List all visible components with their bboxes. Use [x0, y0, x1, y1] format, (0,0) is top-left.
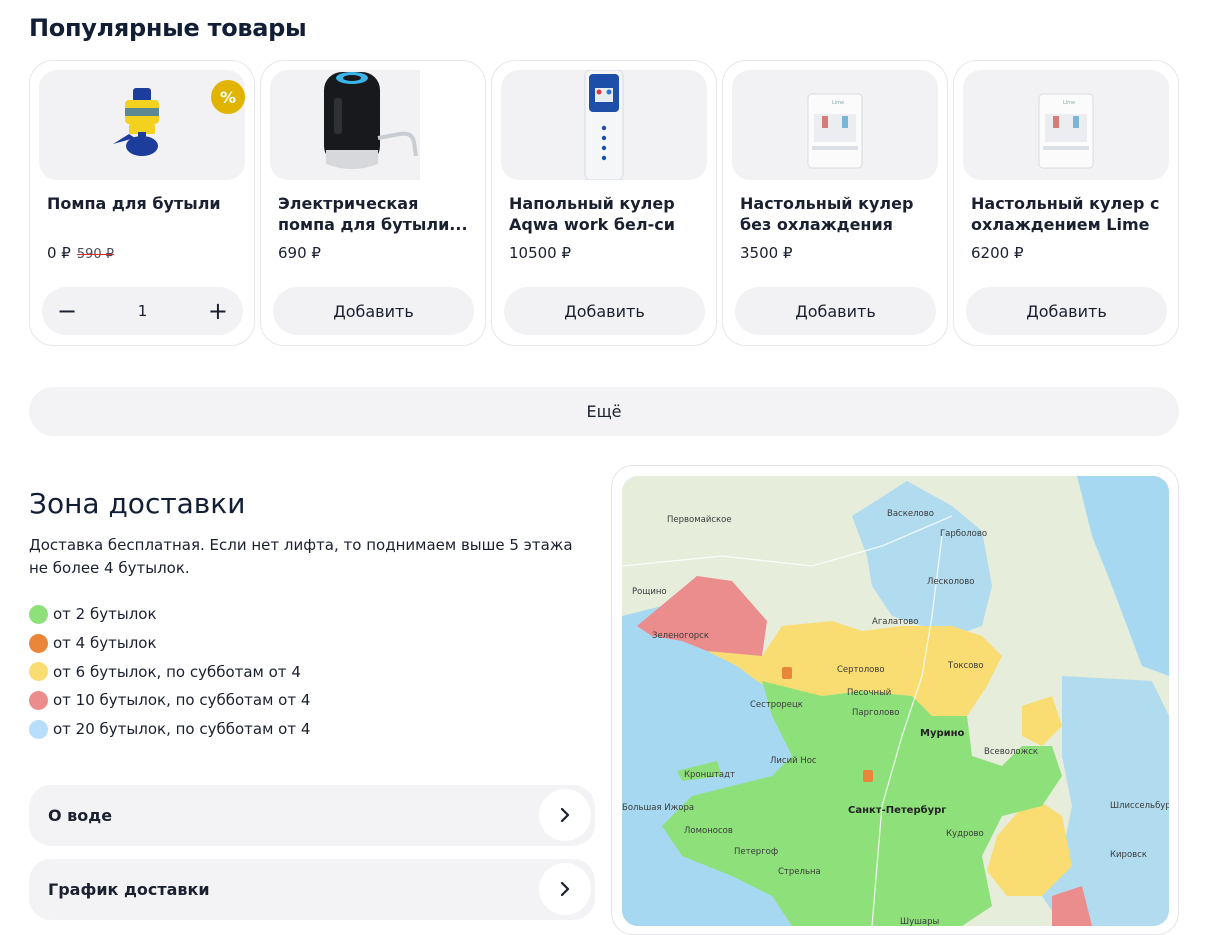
legend-label: от 10 бутылок, по субботам от 4	[53, 691, 311, 710]
svg-text:Lime: Lime	[832, 100, 844, 106]
quantity-value: 1	[137, 302, 148, 320]
legend-item: от 4 бутылок	[29, 629, 310, 658]
accordion-label: График доставки	[48, 880, 210, 899]
add-to-cart-button[interactable]: Добавить	[273, 287, 474, 335]
svg-text:Лисий Нос: Лисий Нос	[770, 756, 817, 766]
accordion-delivery-schedule[interactable]: График доставки	[29, 859, 595, 920]
svg-text:Lime: Lime	[1063, 100, 1075, 106]
product-price: 10500 ₽	[509, 244, 572, 262]
popular-products-title: Популярные товары	[29, 14, 307, 42]
product-name[interactable]: Электрическая помпа для бутыли...	[278, 193, 474, 237]
product-card[interactable]: Lime Настольный кулер без охлаждения Lim…	[722, 60, 948, 346]
delivery-description: Доставка бесплатная. Если нет лифта, то …	[29, 536, 573, 577]
svg-text:Кронштадт: Кронштадт	[684, 770, 735, 780]
product-image-table-cooler-cooling[interactable]: Lime	[963, 70, 1169, 180]
svg-text:Первомайское: Первомайское	[667, 515, 732, 525]
svg-text:Стрельна: Стрельна	[778, 867, 821, 877]
svg-text:Песочный: Песочный	[847, 688, 891, 698]
legend-dot	[29, 662, 48, 682]
show-more-button[interactable]: Ещё	[29, 387, 1179, 436]
product-card[interactable]: Напольный кулер Aqwa work бел-си 10500 ₽…	[491, 60, 717, 346]
svg-text:Агалатово: Агалатово	[872, 617, 919, 627]
product-image-table-cooler[interactable]: Lime	[732, 70, 938, 180]
svg-text:Кировск: Кировск	[1110, 850, 1147, 860]
discount-badge: %	[211, 80, 245, 114]
svg-text:Зеленогорск: Зеленогорск	[652, 631, 709, 641]
chevron-right-icon[interactable]	[539, 789, 591, 841]
old-price: 590 ₽	[76, 247, 115, 262]
svg-text:Мурино: Мурино	[920, 728, 965, 739]
svg-text:Парголово: Парголово	[852, 708, 900, 718]
product-card[interactable]: Электрическая помпа для бутыли... 690 ₽ …	[260, 60, 486, 346]
quantity-stepper: − 1 +	[42, 287, 243, 335]
add-to-cart-button[interactable]: Добавить	[504, 287, 705, 335]
legend-label: от 2 бутылок	[53, 605, 157, 624]
svg-text:Рощино: Рощино	[632, 587, 667, 597]
legend-dot	[29, 633, 48, 653]
svg-text:Большая Ижора: Большая Ижора	[622, 803, 694, 813]
decrease-button[interactable]: −	[56, 299, 78, 323]
delivery-zone-title: Зона доставки	[29, 487, 246, 520]
product-price: 6200 ₽	[971, 244, 1024, 262]
svg-text:Гарболово: Гарболово	[940, 529, 987, 539]
svg-text:Лесколово: Лесколово	[927, 577, 974, 587]
legend-item: от 10 бутылок, по субботам от 4	[29, 686, 310, 715]
product-price: 0 ₽ 590 ₽	[47, 244, 114, 262]
svg-text:Ломоносов: Ломоносов	[684, 826, 733, 836]
svg-text:Всеволожск: Всеволожск	[984, 747, 1038, 757]
product-name[interactable]: Помпа для бутыли	[47, 193, 243, 237]
product-card[interactable]: Lime Настольный кулер с охлаждением Lime…	[953, 60, 1179, 346]
svg-text:Васкелово: Васкелово	[887, 509, 934, 519]
svg-text:Санкт-Петербург: Санкт-Петербург	[848, 804, 947, 816]
add-to-cart-button[interactable]: Добавить	[966, 287, 1167, 335]
svg-text:Кудрово: Кудрово	[946, 829, 984, 839]
svg-text:Токсово: Токсово	[947, 661, 984, 671]
svg-text:Сестрорецк: Сестрорецк	[750, 700, 803, 710]
increase-button[interactable]: +	[207, 299, 229, 323]
accordion-about-water[interactable]: О воде	[29, 785, 595, 846]
product-image-electric-pump[interactable]	[270, 70, 476, 180]
legend-label: от 6 бутылок, по субботам от 4	[53, 662, 301, 681]
product-list: % Помпа для бутыли 0 ₽ 590 ₽ − 1 + Электр…	[29, 60, 1179, 346]
delivery-legend: от 2 бутылок от 4 бутылок от 6 бутылок, …	[29, 600, 310, 743]
svg-text:Сертолово: Сертолово	[837, 665, 885, 675]
product-image-floor-cooler[interactable]	[501, 70, 707, 180]
legend-dot	[29, 604, 48, 624]
legend-dot	[29, 719, 48, 739]
legend-label: от 4 бутылок	[53, 634, 157, 653]
product-price: 3500 ₽	[740, 244, 793, 262]
legend-item: от 20 бутылок, по субботам от 4	[29, 715, 310, 744]
product-name[interactable]: Настольный кулер без охлаждения Lime	[740, 193, 936, 237]
legend-dot	[29, 690, 48, 710]
legend-item: от 6 бутылок, по субботам от 4	[29, 657, 310, 686]
product-card[interactable]: % Помпа для бутыли 0 ₽ 590 ₽ − 1 +	[29, 60, 255, 346]
svg-text:Шушары: Шушары	[900, 917, 939, 926]
legend-label: от 20 бутылок, по субботам от 4	[53, 720, 311, 739]
chevron-right-icon[interactable]	[539, 863, 591, 915]
svg-text:Шлиссельбург: Шлиссельбург	[1110, 801, 1169, 811]
current-price: 0 ₽	[47, 244, 71, 262]
delivery-map[interactable]: Первомайское Васкелово Гарболово Лесколо…	[622, 476, 1169, 926]
svg-text:Петергоф: Петергоф	[734, 847, 778, 857]
accordion-label: О воде	[48, 806, 113, 825]
product-name[interactable]: Напольный кулер Aqwa work бел-си	[509, 193, 705, 237]
legend-item: от 2 бутылок	[29, 600, 310, 629]
product-price: 690 ₽	[278, 244, 321, 262]
add-to-cart-button[interactable]: Добавить	[735, 287, 936, 335]
product-name[interactable]: Настольный кулер с охлаждением Lime	[971, 193, 1167, 237]
delivery-map-card: Первомайское Васкелово Гарболово Лесколо…	[611, 465, 1179, 935]
